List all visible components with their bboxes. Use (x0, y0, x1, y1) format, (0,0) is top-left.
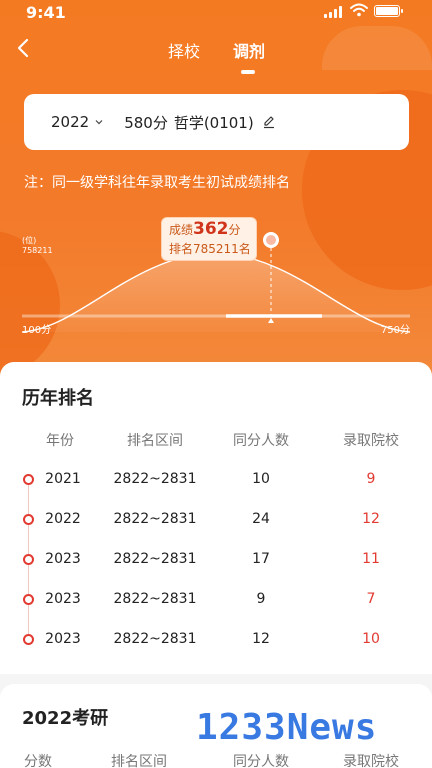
row-range: 2822~2831 (113, 511, 197, 527)
row-count: 17 (252, 551, 270, 567)
row-schools: 9 (366, 471, 376, 487)
rank-text: 排名785211名 (169, 242, 251, 256)
row-count: 12 (252, 631, 270, 647)
score-bubble: 成绩362分 排名785211名 (161, 217, 257, 261)
subject-value: 哲学(0101) (173, 113, 254, 132)
back-arrow-icon[interactable] (12, 36, 36, 60)
row-schools: 12 (362, 511, 380, 527)
wifi-icon (350, 3, 368, 17)
column-header: 分数 (24, 754, 52, 768)
score-selector-card: 2022 580分 哲学(0101) (24, 94, 409, 150)
axis-max-label: 750分 (380, 325, 410, 336)
rank-axis-label: (位) 758211 (22, 236, 53, 255)
column-header: 排名区间 (127, 433, 183, 449)
row-year: 2023 (45, 591, 81, 607)
column-header: 同分人数 (233, 433, 289, 449)
timeline-dot (23, 554, 34, 565)
active-tab-indicator (241, 70, 255, 74)
distribution-area (22, 252, 410, 332)
timeline-dot (23, 474, 34, 485)
timeline-dot (23, 514, 34, 525)
top-nav: 择校 调剂 (0, 32, 432, 76)
column-header: 录取院校 (343, 433, 399, 449)
score-marker-dot (263, 232, 279, 248)
section-title: 2022考研 (22, 708, 109, 729)
watermark-logo: 1233News (196, 707, 378, 748)
timeline-dot (23, 594, 34, 605)
status-time: 9:41 (26, 3, 66, 22)
row-schools: 7 (366, 591, 376, 607)
row-schools: 10 (362, 631, 380, 647)
signal-icon (324, 6, 342, 18)
year-dropdown[interactable]: 2022 (51, 113, 103, 131)
edit-pencil-icon[interactable] (262, 115, 276, 129)
column-header: 排名区间 (111, 754, 167, 768)
column-header: 同分人数 (233, 754, 289, 768)
ranking-note: 注：同一级学科往年录取考生初试成绩排名 (24, 175, 290, 191)
battery-icon (374, 5, 403, 17)
score-highlight: 362 (193, 219, 229, 239)
row-year: 2023 (45, 551, 81, 567)
row-range: 2822~2831 (113, 591, 197, 607)
column-header: 录取院校 (343, 754, 399, 768)
row-year: 2023 (45, 631, 81, 647)
row-schools: 11 (362, 551, 380, 567)
column-header: 年份 (46, 433, 74, 449)
score-value: 580分 (124, 113, 168, 132)
year-value: 2022 (51, 113, 90, 131)
status-bar: 9:41 (0, 0, 432, 26)
section-title: 历年排名 (22, 388, 94, 409)
row-count: 24 (252, 511, 270, 527)
row-year: 2022 (45, 511, 81, 527)
row-year: 2021 (45, 471, 81, 487)
axis-min-label: 100分 (22, 325, 52, 336)
tab-adjustment[interactable]: 调剂 (233, 38, 265, 62)
tab-school-select[interactable]: 择校 (168, 38, 200, 62)
row-range: 2822~2831 (113, 551, 197, 567)
chevron-down-icon (95, 120, 103, 125)
row-range: 2822~2831 (113, 471, 197, 487)
timeline-dot (23, 634, 34, 645)
row-count: 9 (256, 591, 266, 607)
row-count: 10 (252, 471, 270, 487)
row-range: 2822~2831 (113, 631, 197, 647)
